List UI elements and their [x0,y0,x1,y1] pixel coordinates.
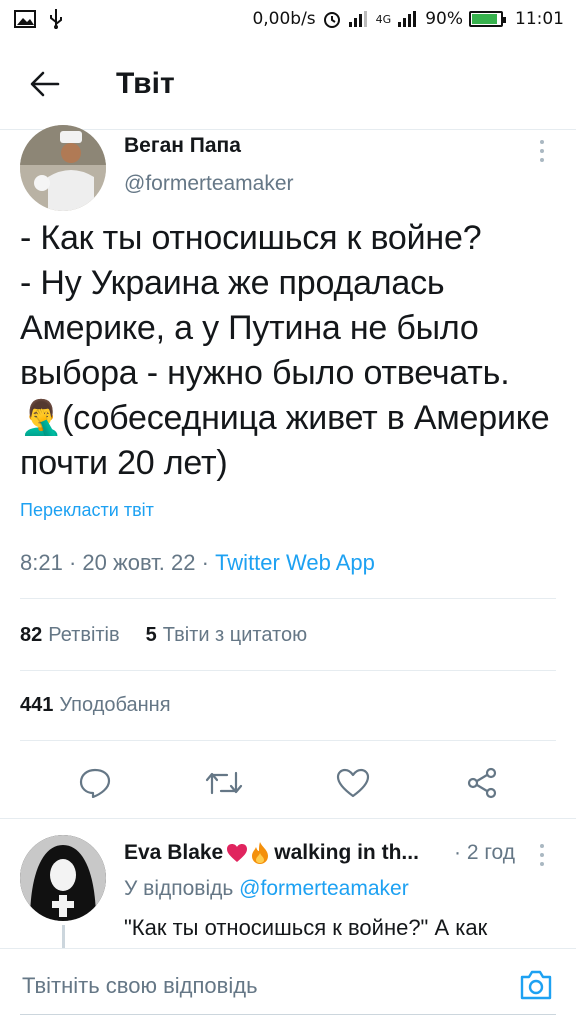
reply-button[interactable] [73,761,117,805]
page-title: Твіт [116,66,175,100]
signal-4g-icon [397,10,419,28]
quotes-stat[interactable]: 5 Твіти з цитатою [146,624,307,647]
battery-icon [469,11,506,27]
more-options-icon[interactable] [532,136,552,166]
thread-line [62,925,65,948]
avatar-photo [20,125,106,211]
reply-to-line: У відповідь @formerteamaker [124,877,409,901]
retweets-stat[interactable]: 82 Ретвітів [20,624,120,647]
reply-author-name[interactable]: Eva Blake [124,841,223,865]
retweets-count: 82 [20,624,43,646]
status-bar: 0,00b/s 4G 90% 11:01 [0,0,576,38]
quotes-label: Твіти з цитатою [162,624,308,646]
likes-stat[interactable]: 441 Уподобання [20,694,171,717]
quotes-count: 5 [145,624,157,646]
divider [20,598,556,599]
status-left [14,8,64,30]
reply-author-row: Eva Blake walking in th... [124,841,419,865]
fire-emoji-icon [252,842,269,864]
back-button[interactable] [0,38,90,130]
camera-button[interactable] [518,967,554,1003]
battery-percent: 90% [425,9,463,29]
retweets-label: Ретвітів [48,624,120,646]
author-row: Веган Папа @formerteamaker [0,125,576,212]
meta-separator: · [201,550,216,575]
reply-tweet[interactable]: Eva Blake walking in th... · 2 год У від… [0,818,576,948]
top-bar: Твіт [0,38,576,130]
like-stats: 441 Уподобання [20,694,171,717]
likes-label: Уподобання [59,694,171,716]
reply-time: · 2 год [454,841,516,864]
author-handle[interactable]: @formerteamaker [124,172,294,196]
tweet-date: 20 жовт. 22 [82,550,196,575]
network-type: 4G [375,12,392,26]
tweet-time: 8:21 [20,550,63,575]
main-tweet: Веган Папа @formerteamaker - Как ты отно… [0,125,576,799]
divider [20,670,556,671]
reply-icon [79,768,110,798]
author-name[interactable]: Веган Папа [124,134,241,158]
signal-icon [348,10,370,28]
reply-more-options-icon[interactable] [532,841,552,869]
heart-icon [336,768,369,798]
author-avatar[interactable] [20,125,106,211]
like-button[interactable] [331,761,375,805]
share-icon [467,767,496,799]
network-speed: 0,00b/s [252,9,316,29]
compose-bar [0,948,576,1024]
retweet-button[interactable] [202,761,246,805]
divider [20,740,556,741]
gallery-notification-icon [14,10,36,28]
likes-count: 441 [20,694,54,716]
reply-to-prefix: У відповідь [124,877,234,900]
source-app-link[interactable]: Twitter Web App [215,550,375,575]
reply-input[interactable] [20,957,556,1015]
reply-to-mention[interactable]: @formerteamaker [239,877,409,900]
translate-tweet-link[interactable]: Перекласти твіт [20,500,154,521]
camera-icon [520,970,552,1000]
retweet-stats: 82 Ретвітів 5 Твіти з цитатою [20,624,307,647]
reply-author-name-suffix[interactable]: walking in th... [274,841,419,865]
tweet-text: - Как ты относишься к войне? - Ну Украин… [20,219,550,482]
retweet-icon [205,771,242,795]
tweet-actions [0,750,576,816]
meta-separator: · [68,550,83,575]
reply-avatar-photo [20,835,106,921]
clock: 11:01 [515,9,564,29]
arrow-left-icon [30,71,60,96]
battery-level [472,14,498,24]
status-right: 0,00b/s 4G 90% 11:01 [252,9,564,29]
reply-author-avatar[interactable] [20,835,106,921]
heart-emoji-icon [227,844,248,862]
share-button[interactable] [460,761,504,805]
reply-time-value: 2 год [466,841,516,864]
tweet-meta: 8:21 · 20 жовт. 22 · Twitter Web App [20,550,375,576]
alarm-icon [322,9,342,29]
usb-icon [48,8,64,30]
reply-text: "Как ты относишься к войне?" А как [124,915,488,940]
